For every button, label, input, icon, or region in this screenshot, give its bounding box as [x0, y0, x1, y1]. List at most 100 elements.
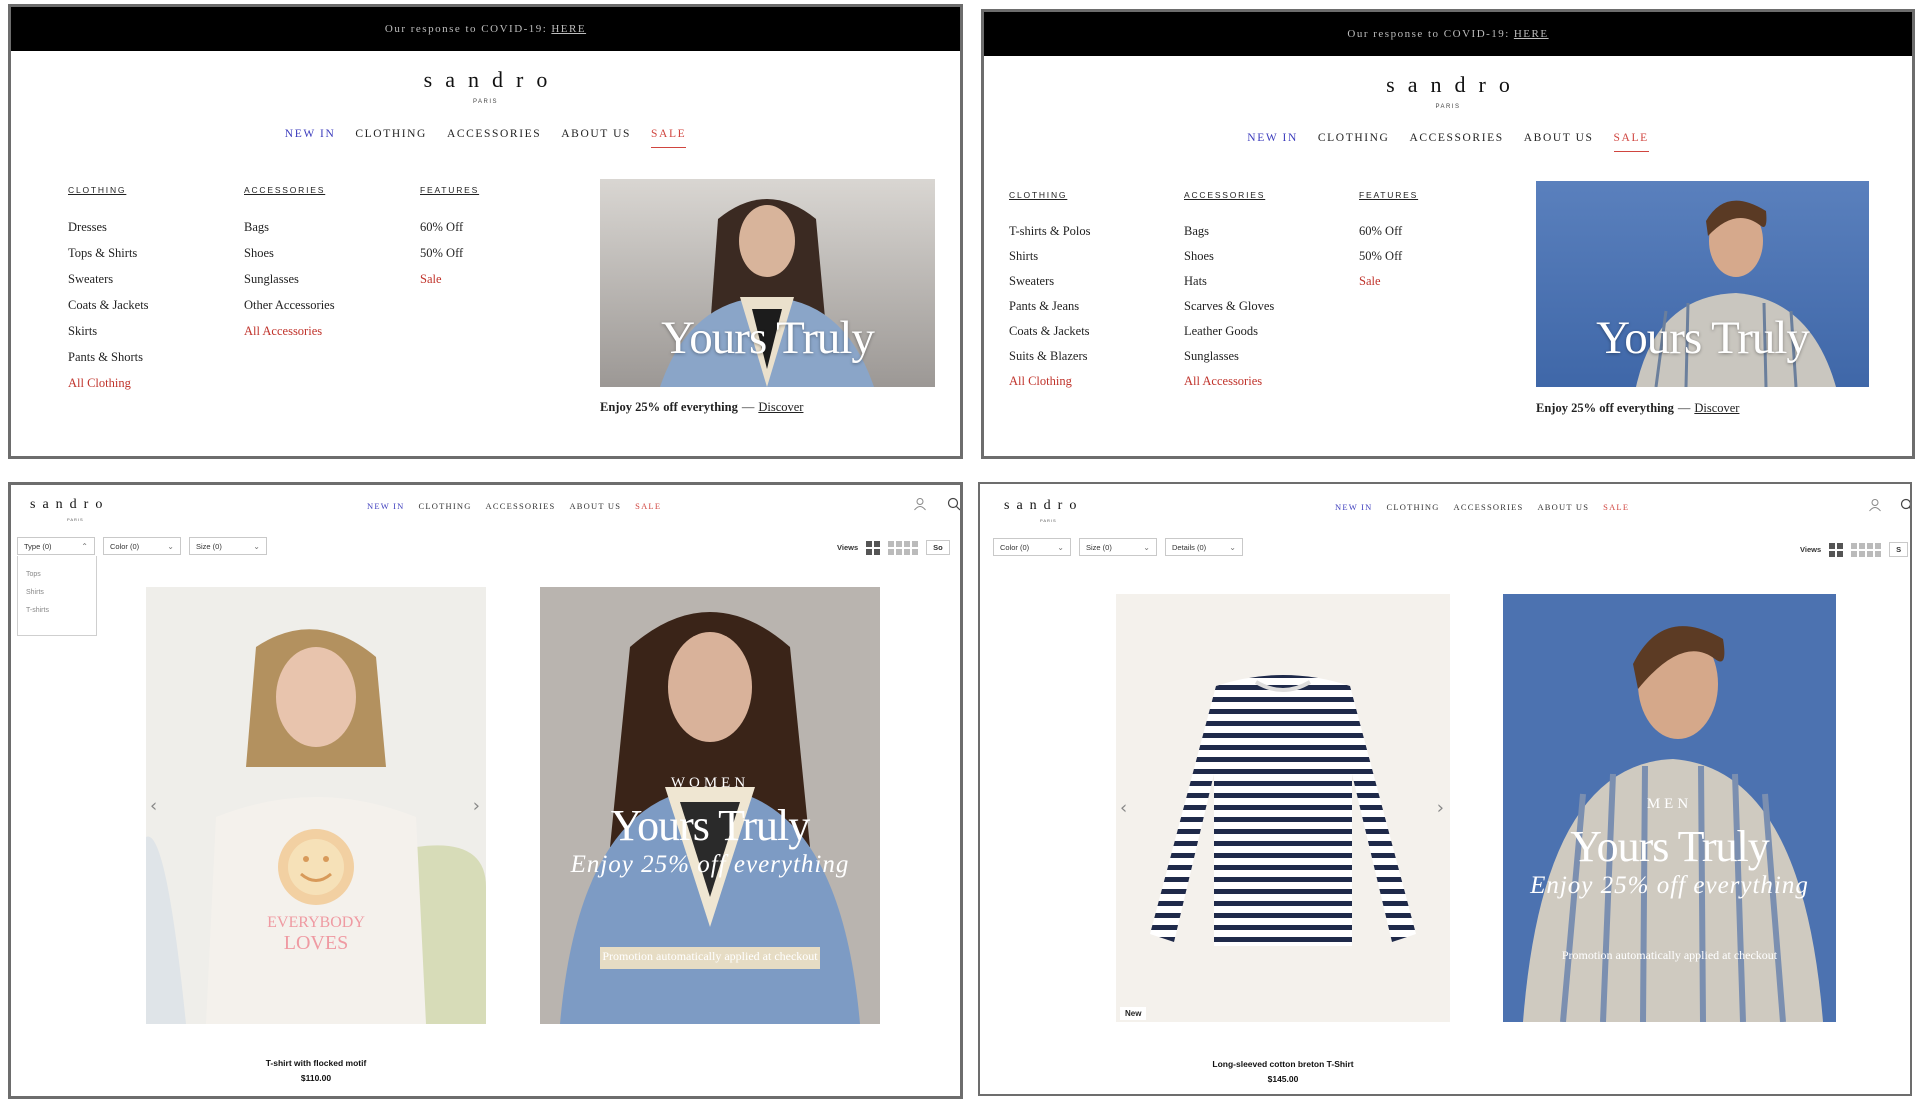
- menu-item[interactable]: Skirts: [68, 318, 149, 344]
- menu-item[interactable]: Pants & Jeans: [1009, 294, 1091, 319]
- menu-item[interactable]: Coats & Jackets: [68, 292, 149, 318]
- nav-sale[interactable]: SALE: [635, 501, 661, 511]
- nav-about-us[interactable]: ABOUT US: [569, 501, 621, 511]
- menu-item[interactable]: Sunglasses: [1184, 344, 1274, 369]
- menu-item[interactable]: Shoes: [1184, 244, 1274, 269]
- menu-item[interactable]: Sweaters: [1009, 269, 1091, 294]
- sort-button[interactable]: So: [926, 540, 950, 555]
- nav-accessories[interactable]: ACCESSORIES: [1409, 132, 1503, 152]
- nav-clothing[interactable]: CLOTHING: [355, 128, 427, 148]
- product-image[interactable]: EVERYBODY LOVES ‹ ›: [146, 587, 486, 1024]
- nav-clothing[interactable]: CLOTHING: [419, 501, 472, 511]
- grid-2-icon[interactable]: [866, 540, 881, 555]
- nav-new-in[interactable]: NEW IN: [1247, 132, 1298, 152]
- color-filter[interactable]: Color (0) ⌄: [103, 537, 181, 555]
- nav-about-us[interactable]: ABOUT US: [561, 128, 631, 148]
- menu-item[interactable]: Tops & Shirts: [68, 240, 149, 266]
- product-info[interactable]: Long-sleeved cotton breton T-Shirt $145.…: [1116, 1057, 1450, 1087]
- nav-accessories[interactable]: ACCESSORIES: [1454, 502, 1524, 512]
- covid-link[interactable]: HERE: [551, 23, 586, 35]
- nav-accessories[interactable]: ACCESSORIES: [447, 128, 541, 148]
- menu-item[interactable]: Coats & Jackets: [1009, 319, 1091, 344]
- chevron-down-icon: ⌄: [253, 541, 260, 551]
- all-clothing-link[interactable]: All Clothing: [1009, 369, 1091, 394]
- tee-print-line-1: EVERYBODY: [267, 914, 365, 931]
- product-image[interactable]: ‹ › New: [1116, 594, 1450, 1022]
- sort-button[interactable]: S: [1889, 542, 1909, 557]
- menu-item[interactable]: Bags: [244, 214, 335, 240]
- nav-new-in[interactable]: NEW IN: [285, 128, 336, 148]
- logo-text[interactable]: sandro: [1004, 498, 1083, 514]
- user-icon[interactable]: [1868, 498, 1882, 512]
- discover-link[interactable]: Discover: [758, 400, 803, 414]
- brand-logo[interactable]: sandro PARIS: [984, 72, 1912, 110]
- type-dropdown: Tops Shirts T-shirts: [17, 556, 97, 636]
- menu-item[interactable]: Suits & Blazers: [1009, 344, 1091, 369]
- menu-item[interactable]: Shoes: [244, 240, 335, 266]
- covid-link[interactable]: HERE: [1514, 28, 1549, 40]
- menu-item[interactable]: Bags: [1184, 219, 1274, 244]
- product-info[interactable]: T-shirt with flocked motif $110.00: [146, 1056, 486, 1086]
- promo-image[interactable]: Yours Truly: [600, 179, 935, 387]
- brand-logo[interactable]: sandro PARIS: [11, 67, 960, 105]
- nav-sale[interactable]: SALE: [651, 128, 687, 148]
- nav-clothing[interactable]: CLOTHING: [1318, 132, 1390, 152]
- size-filter[interactable]: Size (0) ⌄: [189, 537, 267, 555]
- nav-about-us[interactable]: ABOUT US: [1524, 132, 1594, 152]
- nav-clothing[interactable]: CLOTHING: [1387, 502, 1440, 512]
- chevron-left-icon[interactable]: ‹: [150, 795, 157, 816]
- sale-link[interactable]: Sale: [1359, 269, 1418, 294]
- campaign-banner[interactable]: MEN Yours Truly Enjoy 25% off everything…: [1503, 594, 1836, 1022]
- nav-new-in[interactable]: NEW IN: [1335, 502, 1373, 512]
- menu-item[interactable]: 50% Off: [420, 240, 479, 266]
- menu-item[interactable]: Leather Goods: [1184, 319, 1274, 344]
- menu-item[interactable]: Sweaters: [68, 266, 149, 292]
- nav-about-us[interactable]: ABOUT US: [1537, 502, 1589, 512]
- type-option[interactable]: Tops: [26, 566, 88, 584]
- nav-sale[interactable]: SALE: [1613, 132, 1649, 152]
- main-nav: NEW IN CLOTHING ACCESSORIES ABOUT US SAL…: [367, 501, 661, 511]
- grid-2-icon[interactable]: [1829, 542, 1844, 557]
- color-filter[interactable]: Color (0) ⌄: [993, 538, 1071, 556]
- grid-4-icon[interactable]: [1851, 542, 1882, 557]
- chevron-left-icon[interactable]: ‹: [1120, 798, 1127, 819]
- nav-accessories[interactable]: ACCESSORIES: [486, 501, 556, 511]
- menu-item[interactable]: Shirts: [1009, 244, 1091, 269]
- nav-sale[interactable]: SALE: [1603, 502, 1629, 512]
- all-accessories-link[interactable]: All Accessories: [1184, 369, 1274, 394]
- all-accessories-link[interactable]: All Accessories: [244, 318, 335, 344]
- campaign-label: WOMEN: [670, 775, 750, 791]
- nav-new-in[interactable]: NEW IN: [367, 501, 405, 511]
- menu-item[interactable]: 50% Off: [1359, 244, 1418, 269]
- type-filter[interactable]: Type (0) ⌃: [17, 537, 95, 555]
- user-icon[interactable]: [913, 497, 927, 511]
- type-option[interactable]: Shirts: [26, 584, 88, 602]
- menu-item[interactable]: T-shirts & Polos: [1009, 219, 1091, 244]
- menu-item[interactable]: Sunglasses: [244, 266, 335, 292]
- promo-image[interactable]: Yours Truly: [1536, 181, 1869, 387]
- discover-link[interactable]: Discover: [1694, 401, 1739, 415]
- search-icon[interactable]: [1900, 498, 1912, 512]
- product-name: T-shirt with flocked motif: [265, 1058, 367, 1068]
- chevron-right-icon[interactable]: ›: [473, 795, 480, 816]
- details-filter[interactable]: Details (0) ⌄: [1165, 538, 1243, 556]
- all-clothing-link[interactable]: All Clothing: [68, 370, 149, 396]
- menu-item[interactable]: Dresses: [68, 214, 149, 240]
- type-filter-label: Type (0): [24, 541, 52, 551]
- chevron-right-icon[interactable]: ›: [1437, 798, 1444, 819]
- size-filter[interactable]: Size (0) ⌄: [1079, 538, 1157, 556]
- main-nav: NEW IN CLOTHING ACCESSORIES ABOUT US SAL…: [11, 128, 960, 148]
- menu-item[interactable]: Pants & Shorts: [68, 344, 149, 370]
- menu-item[interactable]: 60% Off: [420, 214, 479, 240]
- sale-link[interactable]: Sale: [420, 266, 479, 292]
- grid-4-icon[interactable]: [888, 540, 919, 555]
- type-option[interactable]: T-shirts: [26, 602, 88, 620]
- search-icon[interactable]: [947, 497, 961, 511]
- menu-item[interactable]: Hats: [1184, 269, 1274, 294]
- menu-item[interactable]: 60% Off: [1359, 219, 1418, 244]
- campaign-banner[interactable]: WOMEN Yours Truly Enjoy 25% off everythi…: [540, 587, 880, 1024]
- logo-text[interactable]: sandro: [30, 497, 109, 513]
- details-filter-label: Details (0): [1172, 542, 1207, 552]
- menu-item[interactable]: Other Accessories: [244, 292, 335, 318]
- menu-item[interactable]: Scarves & Gloves: [1184, 294, 1274, 319]
